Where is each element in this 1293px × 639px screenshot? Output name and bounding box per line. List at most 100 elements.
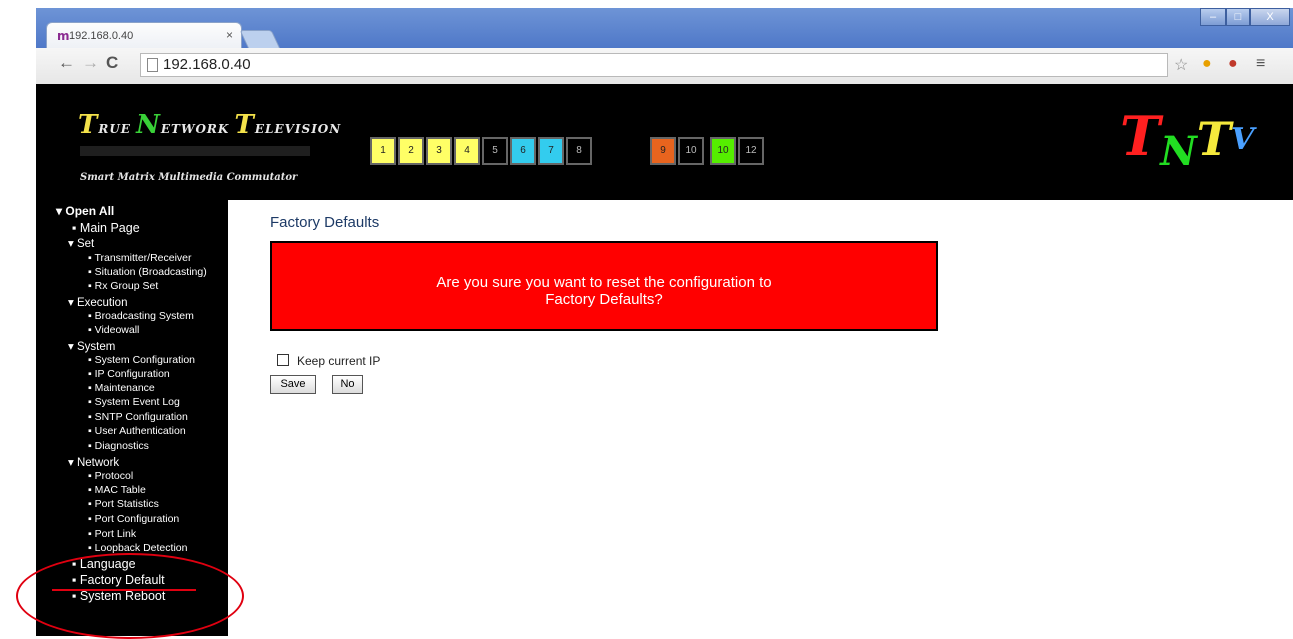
port-button-1[interactable]: 1 xyxy=(370,137,396,165)
sidebar-item-label: Main Page xyxy=(79,221,140,235)
sidebar-item-label: Port Configuration xyxy=(94,513,180,525)
sidebar-item-label: System Event Log xyxy=(94,396,180,408)
extension-2-icon[interactable]: ● xyxy=(1228,55,1238,73)
forward-icon[interactable]: → xyxy=(82,53,99,73)
bullet-icon: ▪ xyxy=(88,528,95,540)
sidebar-item-set[interactable]: ▾ Set xyxy=(68,236,94,250)
sidebar-item-protocol[interactable]: ▪ Protocol xyxy=(88,470,133,482)
port-button-3[interactable]: 3 xyxy=(426,137,452,165)
sidebar-item-port-configuration[interactable]: ▪ Port Configuration xyxy=(88,513,179,525)
close-tab-icon[interactable]: × xyxy=(226,28,233,42)
maximize-button[interactable]: □ xyxy=(1226,8,1250,26)
sidebar-item-label: Open All xyxy=(65,204,115,218)
address-bar[interactable]: 192.168.0.40 xyxy=(140,53,1168,77)
sidebar-item-ip-configuration[interactable]: ▪ IP Configuration xyxy=(88,368,170,380)
sidebar-item-videowall[interactable]: ▪ Videowall xyxy=(88,324,139,336)
keep-ip-checkbox[interactable] xyxy=(277,354,289,366)
sidebar-item-situation-broadcasting[interactable]: ▪ Situation (Broadcasting) xyxy=(88,266,207,278)
tab-title: 192.168.0.40 xyxy=(69,30,134,42)
sidebar-item-execution[interactable]: ▾ Execution xyxy=(68,295,127,309)
bullet-icon: ▪ xyxy=(88,382,95,394)
bullet-icon: ▪ xyxy=(88,425,95,437)
port-button-10[interactable]: 10 xyxy=(678,137,704,165)
sidebar-item-open-all[interactable]: ▾ Open All xyxy=(56,204,114,218)
bullet-icon: ▪ xyxy=(88,324,95,336)
sidebar-item-maintenance[interactable]: ▪ Maintenance xyxy=(88,382,155,394)
bullet-icon: ▪ xyxy=(88,498,95,510)
port-button-9[interactable]: 9 xyxy=(650,137,676,165)
sidebar-item-label: Network xyxy=(76,457,120,469)
sidebar-item-broadcasting-system[interactable]: ▪ Broadcasting System xyxy=(88,310,194,322)
alert-line-2: Factory Defaults? xyxy=(545,291,663,308)
browser-tab[interactable]: m 192.168.0.40 × xyxy=(46,22,242,48)
close-window-button[interactable]: X xyxy=(1250,8,1290,26)
minimize-button[interactable]: – xyxy=(1200,8,1226,26)
port-button-8[interactable]: 8 xyxy=(566,137,592,165)
sidebar-item-port-link[interactable]: ▪ Port Link xyxy=(88,528,136,540)
sidebar-item-label: MAC Table xyxy=(94,484,146,496)
expand-arrow-icon: ▾ xyxy=(68,297,77,309)
page-title: Factory Defaults xyxy=(270,214,380,231)
bullet-icon: ▪ xyxy=(88,470,95,482)
sidebar-item-label: Maintenance xyxy=(94,382,155,394)
bullet-icon: ▪ xyxy=(88,440,95,452)
sidebar-item-label: Loopback Detection xyxy=(94,542,188,554)
sidebar-item-label: Videowall xyxy=(94,324,140,336)
reload-icon[interactable]: C xyxy=(106,53,118,73)
extension-icon[interactable]: ● xyxy=(1202,55,1212,73)
brand-reflection xyxy=(80,146,310,156)
bullet-icon: ▪ xyxy=(88,266,95,278)
back-icon[interactable]: ← xyxy=(58,53,75,73)
sidebar-item-diagnostics[interactable]: ▪ Diagnostics xyxy=(88,440,149,452)
bullet-icon: ▪ xyxy=(72,221,80,235)
annotation-circle xyxy=(16,553,244,639)
port-button-4[interactable]: 4 xyxy=(454,137,480,165)
keep-ip-option[interactable]: Keep current IP xyxy=(277,354,380,368)
sidebar-item-user-authentication[interactable]: ▪ User Authentication xyxy=(88,425,186,437)
sidebar-item-system[interactable]: ▾ System xyxy=(68,339,115,353)
sidebar-item-label: Transmitter/Receiver xyxy=(94,252,192,264)
no-button[interactable]: No xyxy=(332,375,363,394)
sidebar-item-label: Port Link xyxy=(94,528,137,540)
bullet-icon: ▪ xyxy=(88,280,95,292)
sidebar-item-label: Set xyxy=(76,238,95,250)
alert-line-1: Are you sure you want to reset the confi… xyxy=(436,274,772,291)
port-button-11[interactable]: 10 xyxy=(710,137,736,165)
menu-icon[interactable]: ≡ xyxy=(1256,55,1265,73)
bullet-icon: ▪ xyxy=(88,310,95,322)
sidebar-item-system-configuration[interactable]: ▪ System Configuration xyxy=(88,354,195,366)
bullet-icon: ▪ xyxy=(88,484,95,496)
port-button-12[interactable]: 12 xyxy=(738,137,764,165)
bullet-icon: ▪ xyxy=(88,354,95,366)
expand-arrow-icon: ▾ xyxy=(56,204,66,218)
favicon-icon: m xyxy=(57,29,70,43)
port-button-6[interactable]: 6 xyxy=(510,137,536,165)
page-icon xyxy=(147,58,158,72)
sidebar-item-main-page[interactable]: ▪ Main Page xyxy=(72,221,140,235)
sidebar-item-label: IP Configuration xyxy=(94,368,170,380)
port-button-2[interactable]: 2 xyxy=(398,137,424,165)
sidebar-item-port-statistics[interactable]: ▪ Port Statistics xyxy=(88,498,159,510)
port-button-7[interactable]: 7 xyxy=(538,137,564,165)
expand-arrow-icon: ▾ xyxy=(68,457,77,469)
port-button-5[interactable]: 5 xyxy=(482,137,508,165)
sidebar-item-mac-table[interactable]: ▪ MAC Table xyxy=(88,484,146,496)
sidebar-item-label: User Authentication xyxy=(94,425,186,437)
star-icon[interactable]: ☆ xyxy=(1174,55,1188,75)
sidebar-item-label: Rx Group Set xyxy=(94,280,159,292)
tntv-logo: TNTV xyxy=(1120,104,1255,175)
confirm-alert: Are you sure you want to reset the confi… xyxy=(270,241,938,331)
keep-ip-label: Keep current IP xyxy=(297,354,381,368)
sidebar-item-label: System xyxy=(76,341,116,353)
sidebar-item-system-event-log[interactable]: ▪ System Event Log xyxy=(88,396,180,408)
bullet-icon: ▪ xyxy=(88,411,95,423)
tagline: Smart Matrix Multimedia Commutator xyxy=(80,172,298,183)
sidebar-item-transmitter-receiver[interactable]: ▪ Transmitter/Receiver xyxy=(88,252,192,264)
sidebar-item-sntp-configuration[interactable]: ▪ SNTP Configuration xyxy=(88,411,188,423)
sidebar-item-rx-group-set[interactable]: ▪ Rx Group Set xyxy=(88,280,158,292)
sidebar-item-network[interactable]: ▾ Network xyxy=(68,455,119,469)
save-button[interactable]: Save xyxy=(270,375,316,394)
sidebar-item-label: Situation (Broadcasting) xyxy=(94,266,207,278)
expand-arrow-icon: ▾ xyxy=(68,341,77,353)
sidebar-item-label: Port Statistics xyxy=(94,498,159,510)
